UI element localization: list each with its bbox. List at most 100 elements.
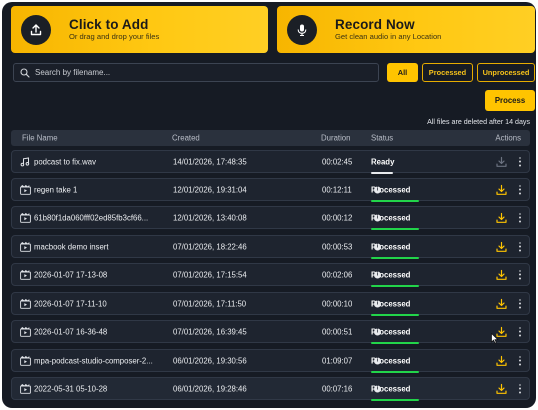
created-date: 06/01/2026, 19:28:46 bbox=[173, 384, 247, 393]
duration: 00:00:12 bbox=[322, 213, 353, 222]
more-options-icon[interactable] bbox=[517, 269, 523, 280]
file-name: regen take 1 bbox=[34, 185, 78, 194]
created-date: 06/01/2026, 19:30:56 bbox=[173, 356, 247, 365]
download-icon[interactable] bbox=[496, 355, 507, 366]
click-to-add-title: Click to Add bbox=[69, 17, 149, 32]
video-file-icon bbox=[20, 241, 31, 252]
more-options-icon[interactable] bbox=[517, 298, 523, 309]
created-date: 07/01/2026, 17:11:50 bbox=[173, 299, 247, 308]
status-progress-bar bbox=[371, 341, 419, 344]
duration: 00:02:45 bbox=[322, 157, 353, 166]
file-name: 2026-01-07 17-13-08 bbox=[34, 270, 108, 279]
table-row[interactable]: mpa-podcast-studio-composer-2... 06/01/20… bbox=[11, 349, 530, 373]
video-file-icon bbox=[20, 383, 31, 394]
video-file-icon bbox=[20, 355, 31, 366]
more-options-icon[interactable] bbox=[517, 241, 523, 252]
info-icon[interactable]: i bbox=[374, 186, 381, 193]
status-progress-bar bbox=[371, 256, 419, 259]
duration: 00:00:10 bbox=[322, 299, 353, 308]
status-progress-bar bbox=[371, 199, 419, 202]
info-icon[interactable]: i bbox=[374, 328, 381, 335]
status-progress-bar bbox=[371, 398, 419, 401]
header-created[interactable]: Created bbox=[172, 134, 200, 143]
video-file-icon bbox=[20, 326, 31, 337]
info-icon[interactable]: i bbox=[374, 300, 381, 307]
table-row[interactable]: podcast to fix.wav 14/01/2026, 17:48:35 00… bbox=[11, 150, 530, 174]
video-file-icon bbox=[20, 184, 31, 195]
info-icon[interactable]: i bbox=[374, 243, 381, 250]
status-label: Ready bbox=[371, 157, 395, 166]
status-progress-bar bbox=[371, 171, 393, 174]
table-header: File Name Created Duration Status Action… bbox=[11, 130, 530, 146]
created-date: 07/01/2026, 18:22:46 bbox=[173, 242, 247, 251]
table-row[interactable]: regen take 1 12/01/2026, 19:31:04 00:12:11… bbox=[11, 178, 530, 202]
download-icon[interactable] bbox=[496, 212, 507, 223]
duration: 01:09:07 bbox=[322, 356, 353, 365]
search-box bbox=[13, 63, 379, 82]
download-icon[interactable] bbox=[496, 184, 507, 195]
file-name: macbook demo insert bbox=[34, 242, 109, 251]
process-button[interactable]: Process bbox=[485, 90, 535, 111]
filter-all-button[interactable]: All bbox=[387, 63, 418, 82]
video-file-icon bbox=[20, 298, 31, 309]
duration: 00:00:51 bbox=[322, 327, 353, 336]
download-icon[interactable] bbox=[496, 298, 507, 309]
duration: 00:02:06 bbox=[322, 270, 353, 279]
record-now-title: Record Now bbox=[335, 17, 415, 32]
download-icon[interactable] bbox=[496, 383, 507, 394]
download-icon[interactable] bbox=[496, 269, 507, 280]
search-icon bbox=[20, 67, 30, 78]
table-row[interactable]: 2026-01-07 16-36-48 07/01/2026, 16:39:45 0… bbox=[11, 320, 530, 344]
retention-note: All files are deleted after 14 days bbox=[427, 118, 530, 126]
more-options-icon[interactable] bbox=[517, 326, 523, 337]
info-icon[interactable]: i bbox=[374, 385, 381, 392]
filter-unprocessed-button[interactable]: Unprocessed bbox=[477, 63, 535, 82]
filter-processed-button[interactable]: Processed bbox=[422, 63, 473, 82]
table-row[interactable]: 2026-01-07 17-13-08 07/01/2026, 17:15:54 0… bbox=[11, 263, 530, 287]
header-duration[interactable]: Duration bbox=[321, 134, 350, 143]
mouse-cursor-icon bbox=[491, 333, 499, 344]
file-name: podcast to fix.wav bbox=[34, 157, 96, 166]
info-icon[interactable]: i bbox=[374, 271, 381, 278]
more-options-icon[interactable] bbox=[517, 383, 523, 394]
created-date: 14/01/2026, 17:48:35 bbox=[173, 157, 247, 166]
record-now-card[interactable]: Record Now Get clean audio in any Locati… bbox=[277, 6, 535, 53]
duration: 00:00:53 bbox=[322, 242, 353, 251]
info-icon[interactable]: i bbox=[374, 214, 381, 221]
file-name: 2026-01-07 17-11-10 bbox=[34, 299, 107, 308]
download-icon[interactable] bbox=[496, 156, 507, 167]
file-name: 61b80f1da060fff02ed85fb3cf66... bbox=[34, 213, 149, 222]
audio-file-icon bbox=[20, 156, 31, 167]
created-date: 12/01/2026, 19:31:04 bbox=[173, 185, 247, 194]
more-options-icon[interactable] bbox=[517, 184, 523, 195]
file-name: mpa-podcast-studio-composer-2... bbox=[34, 356, 153, 365]
table-row[interactable]: 2026-01-07 17-11-10 07/01/2026, 17:11:50 0… bbox=[11, 292, 530, 316]
record-now-subtitle: Get clean audio in any Location bbox=[335, 32, 442, 41]
created-date: 12/01/2026, 13:40:08 bbox=[173, 213, 247, 222]
click-to-add-card[interactable]: Click to Add Or drag and drop your files bbox=[11, 6, 268, 53]
duration: 00:12:11 bbox=[322, 185, 352, 194]
header-actions: Actions bbox=[495, 133, 521, 143]
search-input[interactable] bbox=[35, 68, 378, 77]
table-row[interactable]: 61b80f1da060fff02ed85fb3cf66... 12/01/202… bbox=[11, 206, 530, 230]
status-progress-bar bbox=[371, 370, 419, 373]
info-icon[interactable]: i bbox=[374, 357, 381, 364]
more-options-icon[interactable] bbox=[517, 212, 523, 223]
table-row[interactable]: 2022-05-31 05-10-28 06/01/2026, 19:28:46 0… bbox=[11, 377, 530, 401]
created-date: 07/01/2026, 17:15:54 bbox=[173, 270, 247, 279]
header-status[interactable]: Status bbox=[371, 134, 393, 143]
file-name: 2022-05-31 05-10-28 bbox=[34, 384, 108, 393]
status-progress-bar bbox=[371, 313, 419, 316]
status-progress-bar bbox=[371, 284, 419, 287]
more-options-icon[interactable] bbox=[517, 355, 523, 366]
table-row[interactable]: macbook demo insert 07/01/2026, 18:22:46 0… bbox=[11, 235, 530, 259]
created-date: 07/01/2026, 16:39:45 bbox=[173, 327, 247, 336]
video-file-icon bbox=[20, 212, 31, 223]
microphone-icon bbox=[287, 14, 317, 45]
duration: 00:07:16 bbox=[322, 384, 353, 393]
app-window: Click to Add Or drag and drop your files… bbox=[2, 2, 536, 408]
header-file-name[interactable]: File Name bbox=[22, 134, 58, 143]
more-options-icon[interactable] bbox=[517, 156, 523, 167]
click-to-add-subtitle: Or drag and drop your files bbox=[69, 32, 160, 41]
download-icon[interactable] bbox=[496, 241, 507, 252]
